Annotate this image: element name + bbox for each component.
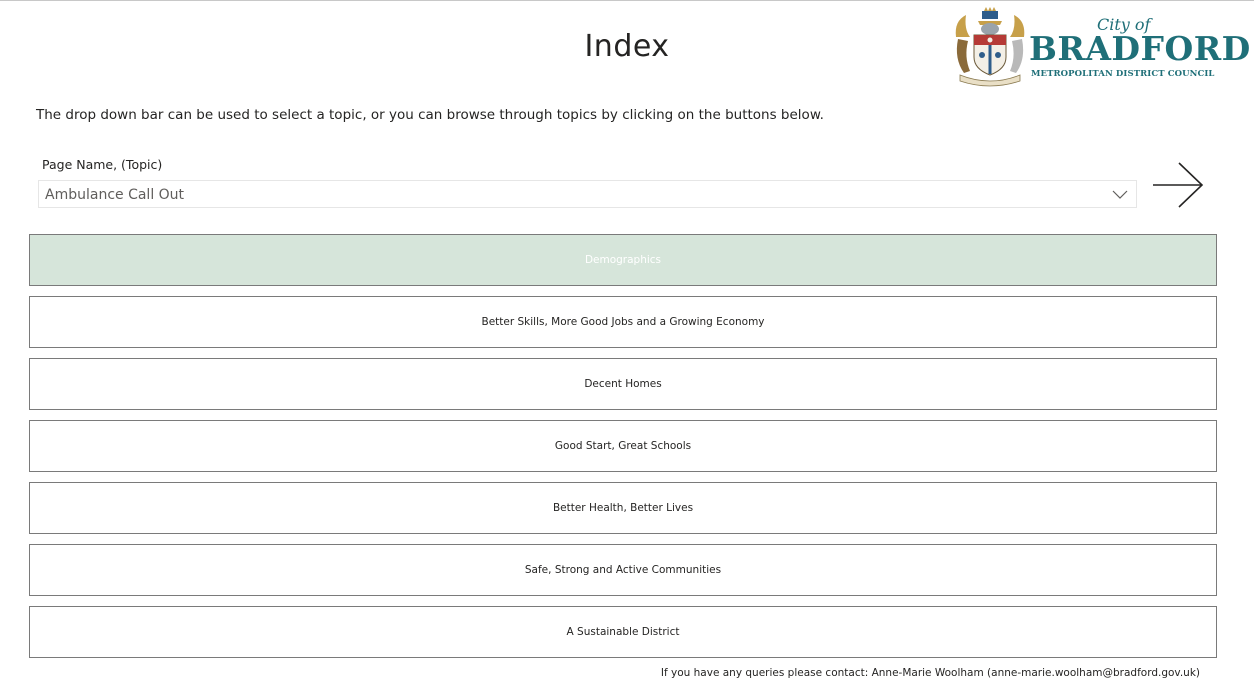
coat-of-arms-icon <box>955 7 1025 87</box>
topic-button-demographics[interactable]: Demographics <box>29 234 1217 286</box>
chevron-down-icon <box>1112 190 1128 199</box>
report-page: Index City of BRADFORD METROPOLITAN DIST… <box>0 0 1254 689</box>
topic-button-decent-homes[interactable]: Decent Homes <box>29 358 1217 410</box>
topic-dropdown[interactable]: Ambulance Call Out <box>38 180 1137 208</box>
contact-footer: If you have any queries please contact: … <box>660 667 1200 679</box>
topic-button-safe-communities[interactable]: Safe, Strong and Active Communities <box>29 544 1217 596</box>
bradford-council-logo: City of BRADFORD METROPOLITAN DISTRICT C… <box>950 7 1250 87</box>
logo-name: BRADFORD <box>1029 29 1251 68</box>
logo-subtitle: METROPOLITAN DISTRICT COUNCIL <box>1031 69 1215 79</box>
topic-button-better-health[interactable]: Better Health, Better Lives <box>29 482 1217 534</box>
topic-button-sustainable-district[interactable]: A Sustainable District <box>29 606 1217 658</box>
dropdown-selected-value: Ambulance Call Out <box>45 187 185 203</box>
intro-text: The drop down bar can be used to select … <box>36 107 824 123</box>
topic-button-good-start-schools[interactable]: Good Start, Great Schools <box>29 420 1217 472</box>
topic-button-skills-jobs-economy[interactable]: Better Skills, More Good Jobs and a Grow… <box>29 296 1217 348</box>
slicer-label: Page Name, (Topic) <box>42 157 163 172</box>
arrow-right-icon[interactable] <box>1151 161 1205 209</box>
